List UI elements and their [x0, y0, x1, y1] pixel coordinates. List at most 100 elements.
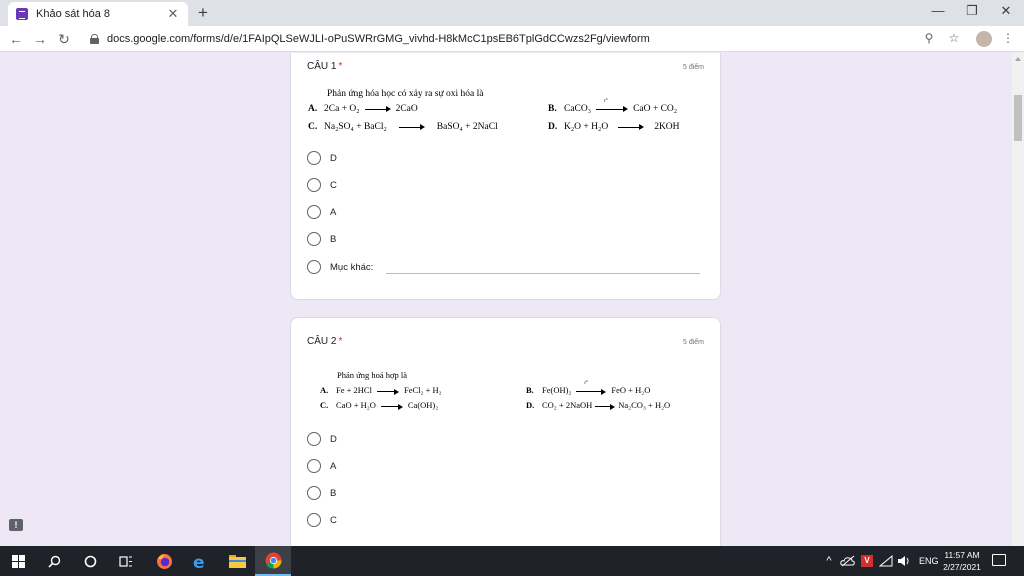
- option-rhs: 2KOH: [654, 122, 680, 132]
- option-letter: D.: [526, 400, 535, 410]
- cortana-circle-icon: [84, 555, 96, 567]
- option-d: D. CO₂ + 2NaOH Na₂CO₃ + H₂O: [526, 400, 670, 410]
- radio-button[interactable]: [307, 151, 321, 165]
- zoom-icon[interactable]: ⚲: [921, 31, 937, 45]
- reaction-arrow-icon: [618, 123, 645, 131]
- choice-label: D: [330, 433, 337, 445]
- window-close-button[interactable]: ✕: [996, 3, 1016, 19]
- radio-button[interactable]: [307, 432, 321, 446]
- search-icon: [47, 555, 60, 568]
- radio-button[interactable]: [307, 513, 321, 527]
- bookmark-star-icon[interactable]: ☆: [946, 31, 962, 45]
- option-letter: A.: [308, 104, 318, 114]
- option-rhs: Ca(OH)₂: [407, 400, 439, 410]
- question-title: CÂU 1 *: [307, 61, 342, 72]
- radio-choice-c[interactable]: C: [307, 177, 337, 193]
- minimize-button[interactable]: —: [928, 3, 948, 18]
- address-bar[interactable]: docs.google.com/forms/d/e/1FAIpQLSeWJLI-…: [84, 29, 972, 49]
- action-center-icon[interactable]: [992, 554, 1006, 566]
- chrome-icon: [265, 552, 281, 569]
- taskbar-edge[interactable]: e: [182, 546, 218, 576]
- question-image: Phản ứng hóa học có xảy ra sự oxi hóa là…: [308, 89, 708, 139]
- reaction-arrow-icon: [380, 402, 403, 410]
- lock-icon: [90, 34, 99, 44]
- wifi-icon[interactable]: [879, 555, 893, 567]
- radio-choice-a[interactable]: A: [307, 204, 336, 220]
- question-card-2: CÂU 2 * 5 điểm Phản ứng hoá hợp là A. Fe +…: [290, 317, 721, 546]
- browser-tab[interactable]: Khảo sát hóa 8 ✕: [8, 2, 188, 26]
- taskbar-clock[interactable]: 11:57 AM 2/27/2021: [938, 549, 986, 573]
- clock-time: 11:57 AM: [944, 550, 980, 560]
- question-title: CÂU 2 *: [307, 336, 342, 347]
- question-intro: Phản ứng hóa học có xảy ra sự oxi hóa là: [327, 89, 484, 99]
- required-mark: *: [338, 61, 343, 72]
- radio-choice-d[interactable]: D: [307, 431, 337, 447]
- option-letter: B.: [548, 104, 557, 114]
- radio-button[interactable]: [307, 205, 321, 219]
- show-hidden-icons-chevron-icon[interactable]: ^: [822, 555, 836, 567]
- system-tray: ^ V ENG: [822, 546, 939, 576]
- choice-label: B: [330, 233, 337, 245]
- input-language[interactable]: ENG: [919, 556, 939, 566]
- option-lhs: CaO + H₂O: [336, 400, 376, 410]
- start-button[interactable]: [0, 546, 36, 576]
- chrome-menu-icon[interactable]: ⋮: [1000, 31, 1016, 45]
- forward-button[interactable]: →: [32, 31, 48, 47]
- option-b: B. Fe(OH)₂ t° FeO + H₂O: [526, 381, 650, 395]
- cortana-button[interactable]: [72, 546, 108, 576]
- new-tab-button[interactable]: +: [196, 3, 210, 23]
- radio-choice-a[interactable]: A: [307, 458, 336, 474]
- radio-button[interactable]: [307, 232, 321, 246]
- tab-close-icon[interactable]: ✕: [166, 6, 180, 22]
- svg-text:e: e: [193, 553, 205, 570]
- option-lhs: Fe + 2HCl: [336, 385, 372, 395]
- taskbar-file-explorer[interactable]: [219, 546, 255, 576]
- question-card-1: CÂU 1 * 5 điểm Phản ứng hóa học có xảy ra…: [290, 53, 721, 300]
- radio-choice-other[interactable]: Mục khác:: [307, 259, 701, 275]
- radio-button[interactable]: [307, 486, 321, 500]
- radio-choice-b[interactable]: B: [307, 231, 336, 247]
- radio-choice-b[interactable]: B: [307, 485, 336, 501]
- radio-button[interactable]: [307, 178, 321, 192]
- option-letter: A.: [320, 385, 329, 395]
- restore-button[interactable]: ❐: [962, 3, 982, 19]
- option-lhs: CaCO₃: [564, 104, 592, 114]
- profile-avatar[interactable]: [976, 31, 992, 47]
- radio-button[interactable]: [307, 459, 321, 473]
- option-lhs: Fe(OH)₂: [542, 385, 572, 395]
- volume-icon[interactable]: [897, 555, 911, 567]
- scroll-up-icon[interactable]: [1015, 57, 1021, 61]
- cloud-icon[interactable]: [840, 555, 856, 567]
- form-page: CÂU 1 * 5 điểm Phản ứng hóa học có xảy ra…: [0, 53, 1024, 546]
- radio-choice-d[interactable]: D: [307, 150, 337, 166]
- option-letter: B.: [526, 385, 534, 395]
- question-title-text: CÂU 1: [307, 61, 337, 72]
- antivirus-icon[interactable]: V: [861, 555, 873, 567]
- report-feedback-icon[interactable]: !: [9, 519, 23, 531]
- search-button[interactable]: [36, 546, 72, 576]
- url-text: docs.google.com/forms/d/e/1FAIpQLSeWJLI-…: [107, 33, 650, 45]
- option-d: D. K₂O + H₂O 2KOH: [548, 122, 680, 132]
- folder-icon: [228, 555, 246, 568]
- other-label: Mục khác:: [330, 261, 374, 273]
- task-view-button[interactable]: [108, 546, 144, 576]
- choice-label: C: [330, 514, 337, 526]
- option-lhs: K₂O + H₂O: [564, 122, 609, 132]
- radio-choice-c[interactable]: C: [307, 512, 337, 528]
- taskbar-firefox[interactable]: [146, 546, 182, 576]
- reload-button[interactable]: ↻: [56, 31, 72, 47]
- firefox-icon: [156, 553, 172, 569]
- radio-button[interactable]: [307, 260, 321, 274]
- taskbar-chrome[interactable]: [255, 546, 291, 576]
- other-text-input[interactable]: [386, 260, 701, 274]
- task-view-icon: [119, 555, 132, 567]
- choice-label: B: [330, 487, 337, 499]
- reaction-arrow-icon: [376, 387, 399, 395]
- scrollbar-thumb[interactable]: [1014, 95, 1022, 141]
- choice-label: D: [330, 152, 337, 164]
- browser-toolbar: ← → ↻ docs.google.com/forms/d/e/1FAIpQLS…: [0, 26, 1024, 52]
- windows-logo-icon: [11, 554, 25, 568]
- back-button[interactable]: ←: [8, 31, 24, 47]
- question-image: Phản ứng hoá hợp là A. Fe + 2HCl FeCl₂ + H…: [320, 370, 700, 418]
- page-scrollbar[interactable]: [1012, 53, 1024, 546]
